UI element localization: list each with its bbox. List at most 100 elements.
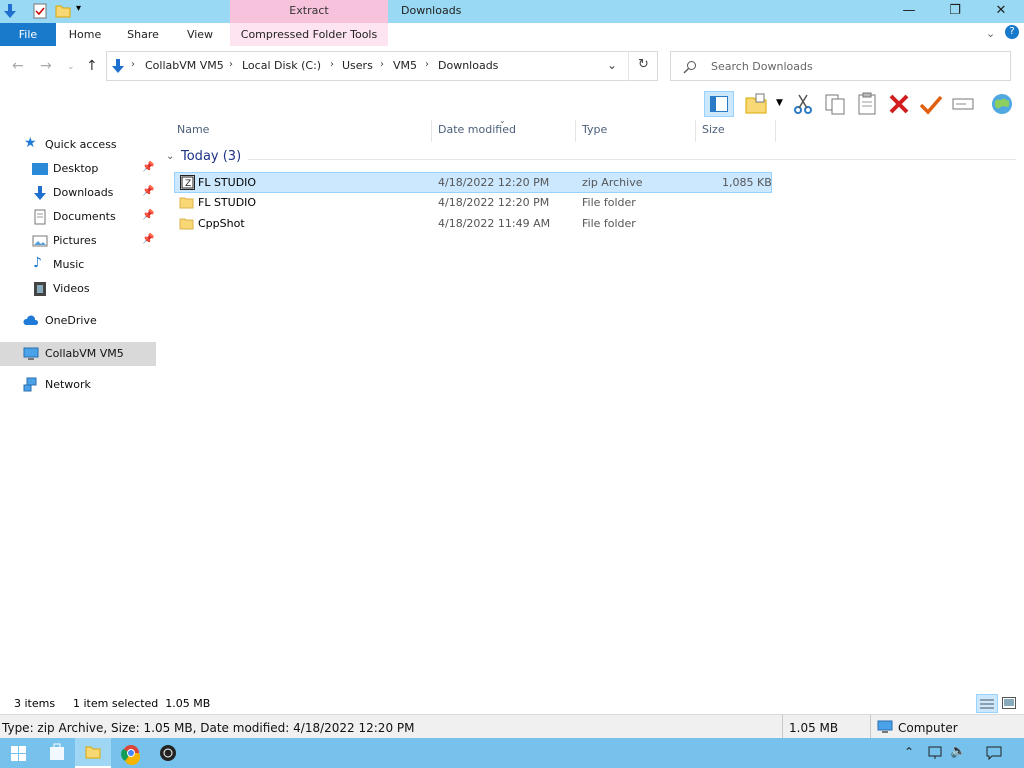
pin-icon: 📌 [142, 210, 155, 221]
address-dropdown-icon[interactable]: ⌄ [607, 58, 617, 72]
volume-icon[interactable]: 🔈 [950, 744, 966, 759]
music-icon: ♪ [33, 255, 42, 271]
nav-label: Documents [53, 210, 116, 223]
show-hidden-icons-icon[interactable]: ⌃ [904, 745, 914, 759]
collapse-group-icon[interactable]: ⌄ [166, 151, 174, 162]
nav-label: CollabVM VM5 [45, 347, 124, 360]
help-icon[interactable]: ? [1005, 25, 1019, 39]
nav-label: Quick access [45, 138, 117, 151]
file-name: FL STUDIO [198, 176, 257, 189]
search-icon [683, 61, 696, 74]
nav-label: Desktop [53, 162, 99, 175]
sidebar-item-music[interactable]: ♪ Music [0, 254, 156, 276]
breadcrumb-users[interactable]: Users [342, 59, 373, 72]
new-folder-icon[interactable] [744, 92, 768, 116]
new-folder-icon[interactable] [55, 3, 71, 19]
large-icons-view-icon[interactable] [1002, 697, 1016, 709]
selection-size: 1.05 MB [789, 721, 839, 735]
dropdown-icon[interactable]: ▼ [776, 98, 783, 108]
selection-details: Type: zip Archive, Size: 1.05 MB, Date m… [2, 721, 415, 735]
delete-icon[interactable] [887, 92, 911, 116]
forward-icon[interactable]: → [40, 58, 52, 74]
videos-icon [34, 282, 46, 296]
file-explorer-taskbar-button[interactable] [75, 738, 111, 768]
customize-qa-icon[interactable]: ▾ [76, 3, 81, 14]
ribbon-tabs: File Home Share View Compressed Folder T… [0, 23, 1024, 46]
file-name: CppShot [198, 217, 245, 230]
details-view-button[interactable] [976, 694, 998, 713]
tab-share[interactable]: Share [118, 23, 168, 46]
expand-ribbon-icon[interactable]: ⌄ [986, 27, 995, 40]
sidebar-item-this-pc[interactable]: CollabVM VM5 [0, 342, 156, 366]
column-header-size[interactable]: Size [702, 123, 725, 136]
breadcrumb-sep: › [380, 59, 384, 70]
window-title: Downloads [401, 4, 462, 17]
windows-start-icon[interactable] [11, 746, 26, 761]
address-row: ← → ⌄ ↑ › CollabVM VM5 › Local Disk (C:)… [0, 46, 1024, 88]
globe-icon[interactable] [990, 92, 1014, 116]
recent-locations-icon[interactable]: ⌄ [67, 62, 75, 72]
column-header-type[interactable]: Type [582, 123, 607, 136]
group-header[interactable]: Today (3) [181, 149, 241, 164]
column-divider[interactable] [695, 120, 696, 142]
navigation-pane: ★ Quick access Desktop 📌 Downloads 📌 Doc… [0, 120, 156, 694]
folder-icon [179, 197, 194, 209]
minimize-button[interactable]: — [886, 0, 932, 23]
search-box[interactable]: Search Downloads [670, 51, 1011, 81]
back-icon[interactable]: ← [12, 58, 24, 74]
breadcrumb-pc[interactable]: CollabVM VM5 [145, 59, 224, 72]
title-bar: ▾ Extract Downloads — ❐ ✕ [0, 0, 1024, 23]
sidebar-item-network[interactable]: Network [0, 374, 156, 396]
sidebar-item-desktop[interactable]: Desktop 📌 [0, 158, 156, 180]
cut-icon[interactable] [791, 92, 815, 116]
check-icon[interactable] [919, 92, 943, 116]
tab-file[interactable]: File [0, 23, 56, 46]
preview-pane-icon [710, 96, 728, 112]
chrome-icon[interactable] [113, 738, 149, 768]
refresh-button[interactable]: ↻ [628, 51, 658, 81]
column-divider[interactable] [775, 120, 776, 142]
sidebar-item-downloads[interactable]: Downloads 📌 [0, 182, 156, 204]
sidebar-item-onedrive[interactable]: OneDrive [0, 310, 156, 332]
tab-home[interactable]: Home [60, 23, 110, 46]
file-date: 4/18/2022 12:20 PM [438, 176, 550, 189]
store-icon[interactable] [39, 738, 75, 768]
file-date: 4/18/2022 12:20 PM [438, 196, 550, 209]
copy-icon[interactable] [823, 92, 847, 116]
pin-icon: 📌 [142, 162, 155, 173]
notifications-icon[interactable] [986, 746, 1002, 760]
network-tray-icon[interactable] [927, 746, 943, 760]
nav-quick-access[interactable]: ★ Quick access [0, 134, 156, 156]
divider [870, 715, 871, 739]
breadcrumb-disk[interactable]: Local Disk (C:) [242, 59, 321, 72]
tab-compressed-folder-tools[interactable]: Compressed Folder Tools [230, 23, 388, 46]
properties-icon[interactable] [32, 3, 48, 19]
taskbar: ⌃ 🔈 [0, 738, 1024, 768]
sidebar-item-pictures[interactable]: Pictures 📌 [0, 230, 156, 252]
file-type: File folder [582, 217, 636, 230]
breadcrumb-downloads[interactable]: Downloads [438, 59, 498, 72]
address-bar[interactable]: › CollabVM VM5 › Local Disk (C:) › Users… [106, 51, 658, 81]
maximize-button[interactable]: ❐ [932, 0, 978, 23]
svg-text:Z: Z [185, 179, 191, 189]
computer-icon [877, 720, 893, 733]
tab-view[interactable]: View [176, 23, 224, 46]
column-header-name[interactable]: Name [177, 123, 209, 136]
breadcrumb-vm5[interactable]: VM5 [393, 59, 417, 72]
preview-pane-button[interactable] [704, 91, 734, 117]
obs-icon[interactable] [150, 738, 186, 768]
table-row[interactable]: CppShot 4/18/2022 11:49 AM File folder [174, 214, 772, 235]
down-arrow-icon[interactable] [2, 3, 18, 19]
sidebar-item-documents[interactable]: Documents 📌 [0, 206, 156, 228]
sort-indicator-icon: ⌄ [499, 116, 506, 125]
up-icon[interactable]: ↑ [86, 58, 98, 74]
location-zone: Computer [898, 721, 958, 735]
sidebar-item-videos[interactable]: Videos [0, 278, 156, 300]
paste-icon[interactable] [855, 92, 879, 116]
table-row[interactable]: Z FL STUDIO 4/18/2022 12:20 PM zip Archi… [174, 172, 772, 193]
table-row[interactable]: FL STUDIO 4/18/2022 12:20 PM File folder [174, 193, 772, 214]
column-divider[interactable] [575, 120, 576, 142]
close-button[interactable]: ✕ [978, 0, 1024, 23]
rename-icon[interactable] [951, 92, 975, 116]
column-divider[interactable] [431, 120, 432, 142]
